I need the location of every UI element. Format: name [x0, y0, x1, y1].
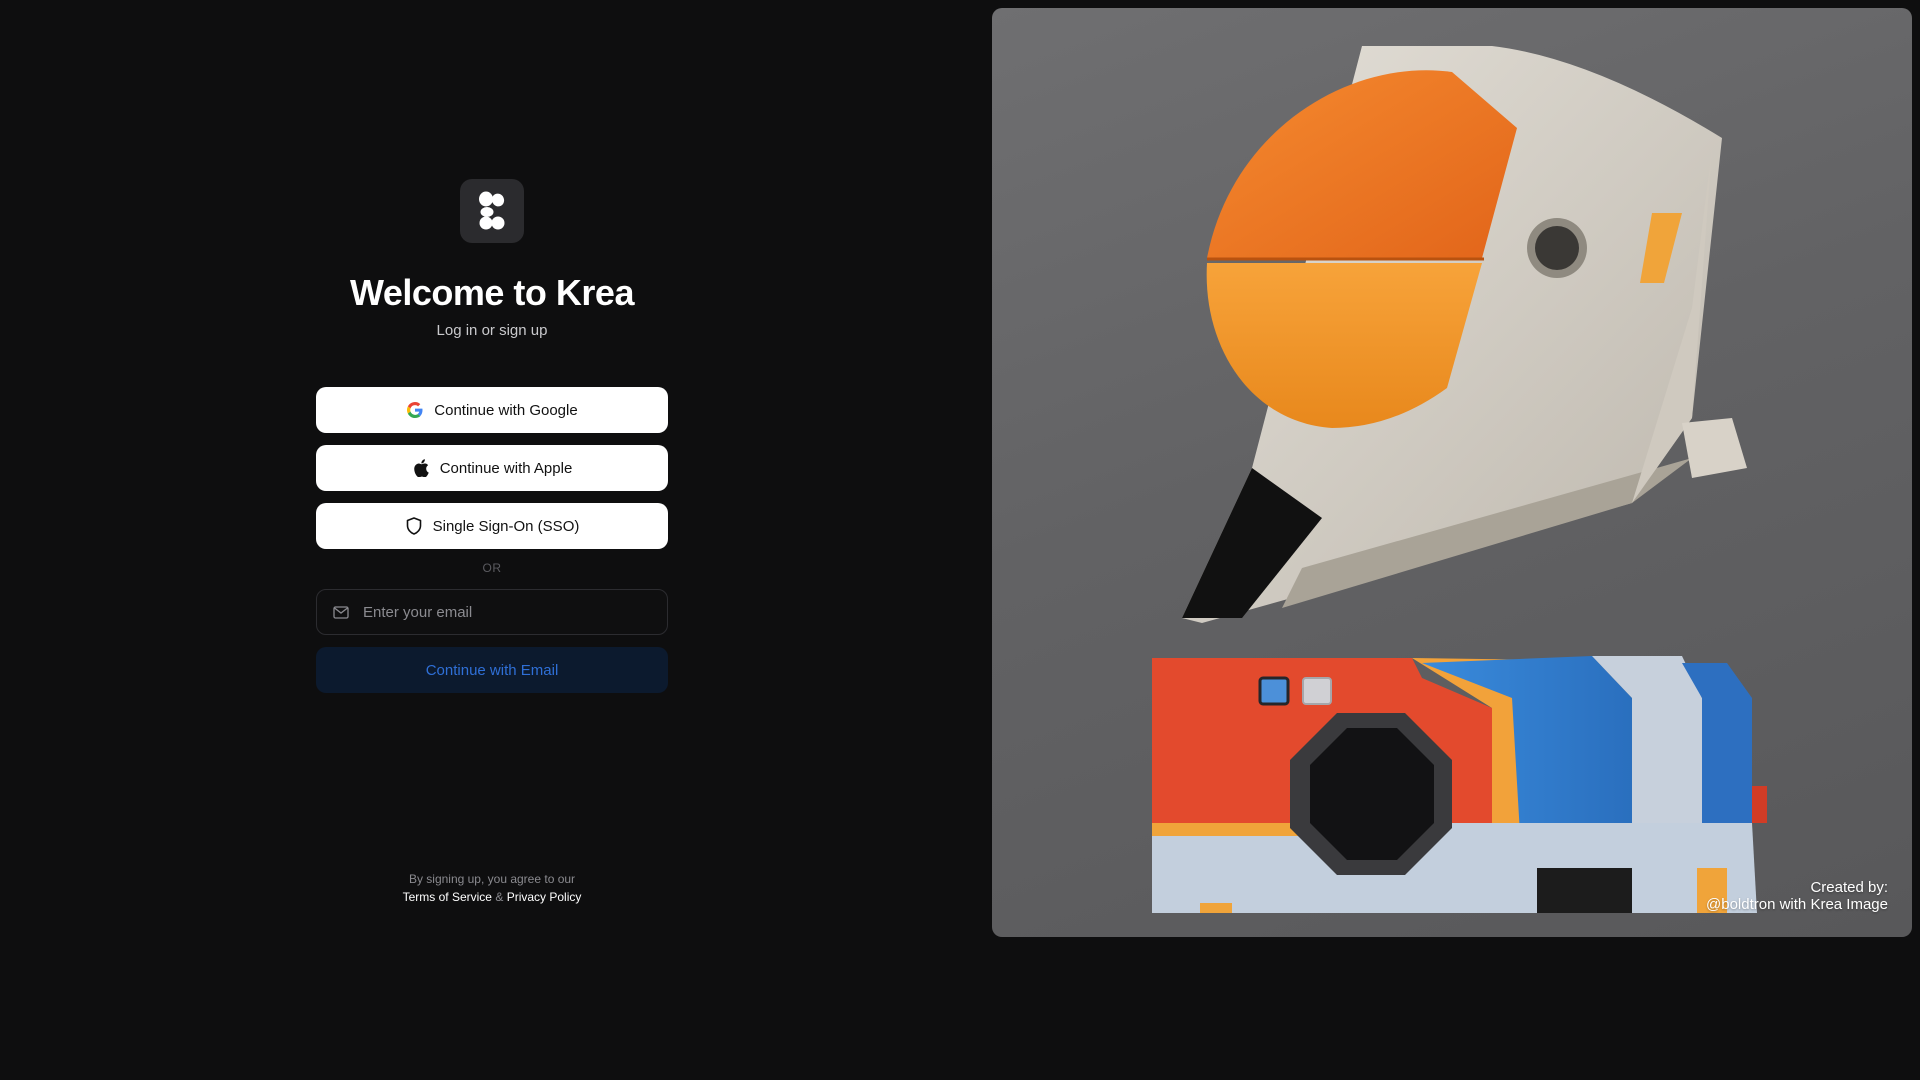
google-button-label: Continue with Google [434, 401, 578, 419]
upper-sculpture [1182, 46, 1747, 623]
credit-line-2: @boldtron with Krea Image [1706, 896, 1888, 913]
shield-icon [405, 517, 423, 535]
google-icon [406, 401, 424, 419]
continue-with-google-button[interactable]: Continue with Google [316, 387, 668, 433]
apple-icon [412, 459, 430, 477]
auth-panel: Welcome to Krea Log in or sign up Contin… [316, 0, 668, 1080]
mail-icon [333, 605, 349, 619]
page-subtitle: Log in or sign up [436, 322, 548, 339]
email-field-container [316, 589, 668, 635]
login-page: Welcome to Krea Log in or sign up Contin… [0, 0, 1920, 1080]
legal-ampersand: & [495, 890, 504, 904]
terms-of-service-link[interactable]: Terms of Service [403, 890, 492, 904]
legal-notice: By signing up, you agree to our Terms of… [316, 870, 668, 906]
krea-logo-icon [460, 179, 524, 243]
sso-button[interactable]: Single Sign-On (SSO) [316, 503, 668, 549]
lower-sculpture [1152, 656, 1767, 913]
sso-button-label: Single Sign-On (SSO) [432, 517, 580, 535]
artwork-illustration [1152, 46, 1767, 913]
or-divider: OR [482, 561, 502, 575]
page-title: Welcome to Krea [350, 272, 634, 313]
continue-with-email-button[interactable]: Continue with Email [316, 647, 668, 693]
showcase-artwork: Created by: @boldtron with Krea Image [992, 8, 1912, 937]
legal-prefix: By signing up, you agree to our [408, 872, 576, 886]
artwork-credit: Created by: @boldtron with Krea Image [1706, 879, 1888, 913]
continue-with-apple-button[interactable]: Continue with Apple [316, 445, 668, 491]
credit-line-1: Created by: [1810, 879, 1888, 896]
email-input[interactable] [361, 602, 667, 622]
apple-button-label: Continue with Apple [439, 459, 573, 477]
privacy-policy-link[interactable]: Privacy Policy [507, 890, 582, 904]
legal-links: Terms of Service & Privacy Policy [316, 888, 668, 906]
